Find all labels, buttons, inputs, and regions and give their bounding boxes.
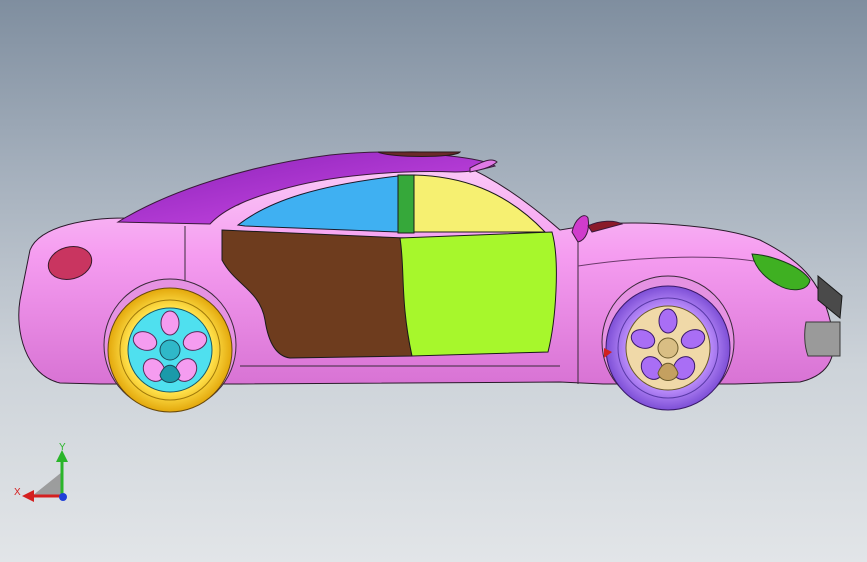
rear-wheel bbox=[103, 278, 237, 413]
cad-viewport[interactable]: Y X bbox=[0, 0, 867, 562]
coordinate-triad: Y X bbox=[14, 442, 68, 502]
x-axis-label: X bbox=[14, 487, 21, 498]
z-axis-icon bbox=[59, 493, 67, 501]
y-axis-label: Y bbox=[59, 442, 66, 453]
fog-light bbox=[804, 321, 841, 357]
front-wheel bbox=[601, 275, 735, 411]
car-model[interactable] bbox=[0, 0, 867, 562]
triad-plane-icon bbox=[32, 472, 62, 496]
front-hub bbox=[657, 337, 679, 359]
b-pillar bbox=[397, 174, 415, 234]
rear-hub bbox=[159, 339, 181, 361]
front-door-panel bbox=[399, 231, 557, 357]
